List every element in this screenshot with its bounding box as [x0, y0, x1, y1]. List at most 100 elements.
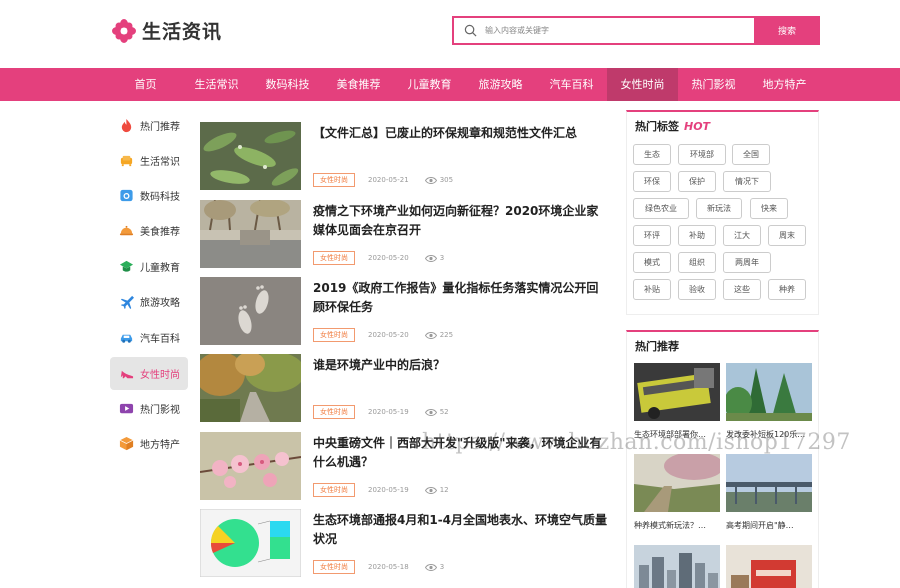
eye-icon — [424, 563, 437, 571]
tag-chip[interactable]: 种养 — [768, 279, 806, 300]
nav-item-travel[interactable]: 旅游攻略 — [465, 68, 536, 101]
tag-chip[interactable]: 环评 — [633, 225, 671, 246]
article-item[interactable]: 2019《政府工作报告》量化指标任务落实情况公开回顾环保任务 女性时尚 2020… — [200, 277, 610, 345]
sidebar-item-movies[interactable]: 热门影视 — [110, 392, 188, 425]
tag-chip[interactable]: 情况下 — [723, 171, 771, 192]
view-count-value: 3 — [439, 563, 445, 571]
recommend-image[interactable] — [634, 454, 720, 512]
article-thumbnail[interactable] — [200, 432, 301, 500]
nav-item-local-specialty[interactable]: 地方特产 — [749, 68, 820, 101]
category-tag[interactable]: 女性时尚 — [313, 483, 355, 497]
sidebar-item-education[interactable]: 儿童教育 — [110, 250, 188, 283]
recommend-item[interactable] — [726, 545, 812, 588]
tag-chip[interactable]: 生态 — [633, 144, 671, 165]
recommend-item[interactable]: 发改委补短板120乐… — [726, 363, 812, 440]
recommend-image[interactable] — [726, 454, 812, 512]
tag-chip[interactable]: 补助 — [678, 225, 716, 246]
recommend-image[interactable] — [634, 545, 720, 588]
nav-item-movies[interactable]: 热门影视 — [678, 68, 749, 101]
hot-label: HOT — [684, 120, 711, 133]
high-heel-icon — [120, 370, 133, 379]
category-tag[interactable]: 女性时尚 — [313, 328, 355, 342]
recommend-item[interactable] — [634, 545, 720, 588]
eye-icon — [424, 176, 437, 184]
article-thumbnail[interactable] — [200, 509, 301, 577]
view-count-value: 52 — [439, 408, 449, 416]
tag-chip[interactable]: 江大 — [723, 225, 761, 246]
tag-chip[interactable]: 快来 — [750, 198, 788, 219]
sidebar-item-travel[interactable]: 旅游攻略 — [110, 285, 188, 318]
nav-item-life-tips[interactable]: 生活常识 — [181, 68, 252, 101]
nav-item-home[interactable]: 首页 — [110, 68, 181, 101]
recommend-image[interactable] — [726, 363, 812, 421]
tag-chip[interactable]: 组织 — [678, 252, 716, 273]
recommend-item[interactable]: 高考期间开启"静… — [726, 454, 812, 531]
tag-chip[interactable]: 绿色农业 — [633, 198, 689, 219]
site-name: 生活资讯 — [142, 21, 223, 43]
sidebar-item-label: 数码科技 — [140, 192, 180, 203]
category-tag[interactable]: 女性时尚 — [313, 560, 355, 574]
category-tag[interactable]: 女性时尚 — [313, 173, 355, 187]
article-title[interactable]: 疫情之下环境产业如何迈向新征程？2020环境企业家媒体见面会在京召开 — [313, 202, 608, 240]
view-count-value: 225 — [439, 331, 454, 339]
machine-image — [634, 363, 720, 421]
search-button[interactable]: 搜索 — [754, 16, 820, 45]
tag-chip[interactable]: 验收 — [678, 279, 716, 300]
tag-chip[interactable]: 新玩法 — [696, 198, 742, 219]
tag-chip[interactable]: 这些 — [723, 279, 761, 300]
article-thumbnail[interactable] — [200, 122, 301, 190]
article-item[interactable]: 生态环境部通报4月和1-4月全国地表水、环境空气质量状况 女性时尚 2020-0… — [200, 509, 610, 577]
article-item[interactable]: 疫情之下环境产业如何迈向新征程？2020环境企业家媒体见面会在京召开 女性时尚 … — [200, 200, 610, 268]
tag-chip[interactable]: 保护 — [678, 171, 716, 192]
article-thumbnail[interactable] — [200, 200, 301, 268]
recommend-item[interactable]: 生态环境部部署你… — [634, 363, 720, 440]
recommend-caption[interactable]: 高考期间开启"静… — [726, 520, 812, 531]
article-thumbnail[interactable] — [200, 277, 301, 345]
nav-item-fashion[interactable]: 女性时尚 — [607, 68, 678, 101]
site-logo[interactable]: 生活资讯 — [112, 17, 222, 44]
recommend-image[interactable] — [634, 363, 720, 421]
article-title[interactable]: 2019《政府工作报告》量化指标任务落实情况公开回顾环保任务 — [313, 279, 608, 317]
sidebar-item-cars[interactable]: 汽车百科 — [110, 321, 188, 354]
recommend-caption[interactable]: 种养模式新玩法？… — [634, 520, 720, 531]
sidebar-item-food[interactable]: 美食推荐 — [110, 214, 188, 247]
nav-item-education[interactable]: 儿童教育 — [394, 68, 465, 101]
dish-icon — [119, 225, 133, 236]
nav-item-food[interactable]: 美食推荐 — [323, 68, 394, 101]
sidebar-item-label: 热门推荐 — [140, 122, 180, 133]
article-title[interactable]: 谁是环境产业中的后浪？ — [313, 356, 608, 375]
article-title[interactable]: 【文件汇总】已废止的环保规章和规范性文件汇总 — [313, 124, 608, 143]
sidebar-item-digital-tech[interactable]: 数码科技 — [110, 179, 188, 212]
tag-chip[interactable]: 环境部 — [678, 144, 726, 165]
sidebar-item-life-tips[interactable]: 生活常识 — [110, 144, 188, 177]
article-title[interactable]: 生态环境部通报4月和1-4月全国地表水、环境空气质量状况 — [313, 511, 608, 549]
tag-chip[interactable]: 两周年 — [723, 252, 771, 273]
fire-icon — [121, 118, 131, 133]
article-item[interactable]: 【文件汇总】已废止的环保规章和规范性文件汇总 女性时尚 2020-05-21 3… — [200, 122, 610, 190]
tag-chip[interactable]: 全国 — [732, 144, 770, 165]
nav-item-cars[interactable]: 汽车百科 — [536, 68, 607, 101]
recommend-item[interactable]: 种养模式新玩法？… — [634, 454, 720, 531]
tag-chip[interactable]: 模式 — [633, 252, 671, 273]
camera-icon — [119, 189, 133, 202]
sidebar-item-label: 汽车百科 — [140, 334, 180, 345]
sidebar-item-fashion[interactable]: 女性时尚 — [110, 357, 188, 390]
tag-chip[interactable]: 补贴 — [633, 279, 671, 300]
sidebar-item-hot[interactable]: 热门推荐 — [110, 109, 188, 142]
nav-item-digital-tech[interactable]: 数码科技 — [252, 68, 323, 101]
sidebar-item-label: 生活常识 — [140, 157, 180, 168]
tag-chip[interactable]: 环保 — [633, 171, 671, 192]
sidebar-item-local-specialty[interactable]: 地方特产 — [110, 427, 188, 460]
flower-logo-icon — [112, 18, 136, 43]
eye-icon — [424, 254, 437, 262]
red-box-image — [726, 545, 812, 588]
tag-chip[interactable]: 周末 — [768, 225, 806, 246]
article-thumbnail[interactable] — [200, 354, 301, 422]
category-tag[interactable]: 女性时尚 — [313, 405, 355, 419]
search-box — [452, 16, 754, 45]
recommend-image[interactable] — [726, 545, 812, 588]
watermark: https://www.huzhan.com/ishop17297 — [422, 430, 851, 455]
search-input[interactable] — [485, 19, 735, 42]
category-tag[interactable]: 女性时尚 — [313, 251, 355, 265]
article-item[interactable]: 谁是环境产业中的后浪？ 女性时尚 2020-05-19 52 — [200, 354, 610, 422]
